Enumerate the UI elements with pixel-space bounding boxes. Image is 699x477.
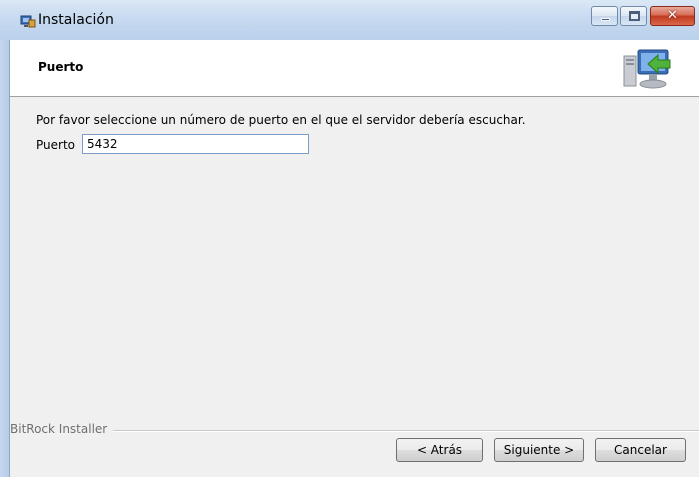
port-instructions: Por favor seleccione un número de puerto…	[36, 113, 526, 127]
port-input[interactable]	[82, 134, 309, 154]
back-button[interactable]: < Atrás	[396, 438, 483, 462]
window-title: Instalación	[38, 12, 114, 28]
cancel-button[interactable]: Cancelar	[595, 438, 686, 462]
app-icon	[20, 15, 36, 28]
close-button[interactable]: ✕	[650, 6, 695, 26]
title-bar[interactable]: Instalación ✕	[0, 0, 699, 41]
minimize-button[interactable]	[591, 6, 618, 26]
content-area: Por favor seleccione un número de puerto…	[10, 97, 699, 477]
page-title: Puerto	[38, 60, 84, 74]
next-button[interactable]: Siguiente >	[494, 438, 584, 462]
port-label: Puerto	[36, 138, 75, 152]
computer-network-icon	[623, 49, 671, 89]
maximize-button[interactable]	[620, 6, 647, 26]
minimize-icon	[601, 18, 610, 21]
footer-divider	[10, 430, 699, 432]
installer-brand: BitRock Installer	[10, 422, 114, 436]
installer-window: Instalación ✕ Puerto Por favor seleccion…	[0, 0, 699, 477]
page-header: Puerto	[10, 40, 699, 97]
maximize-icon	[629, 11, 640, 21]
window-frame-left	[0, 40, 10, 477]
close-icon: ✕	[667, 8, 678, 23]
